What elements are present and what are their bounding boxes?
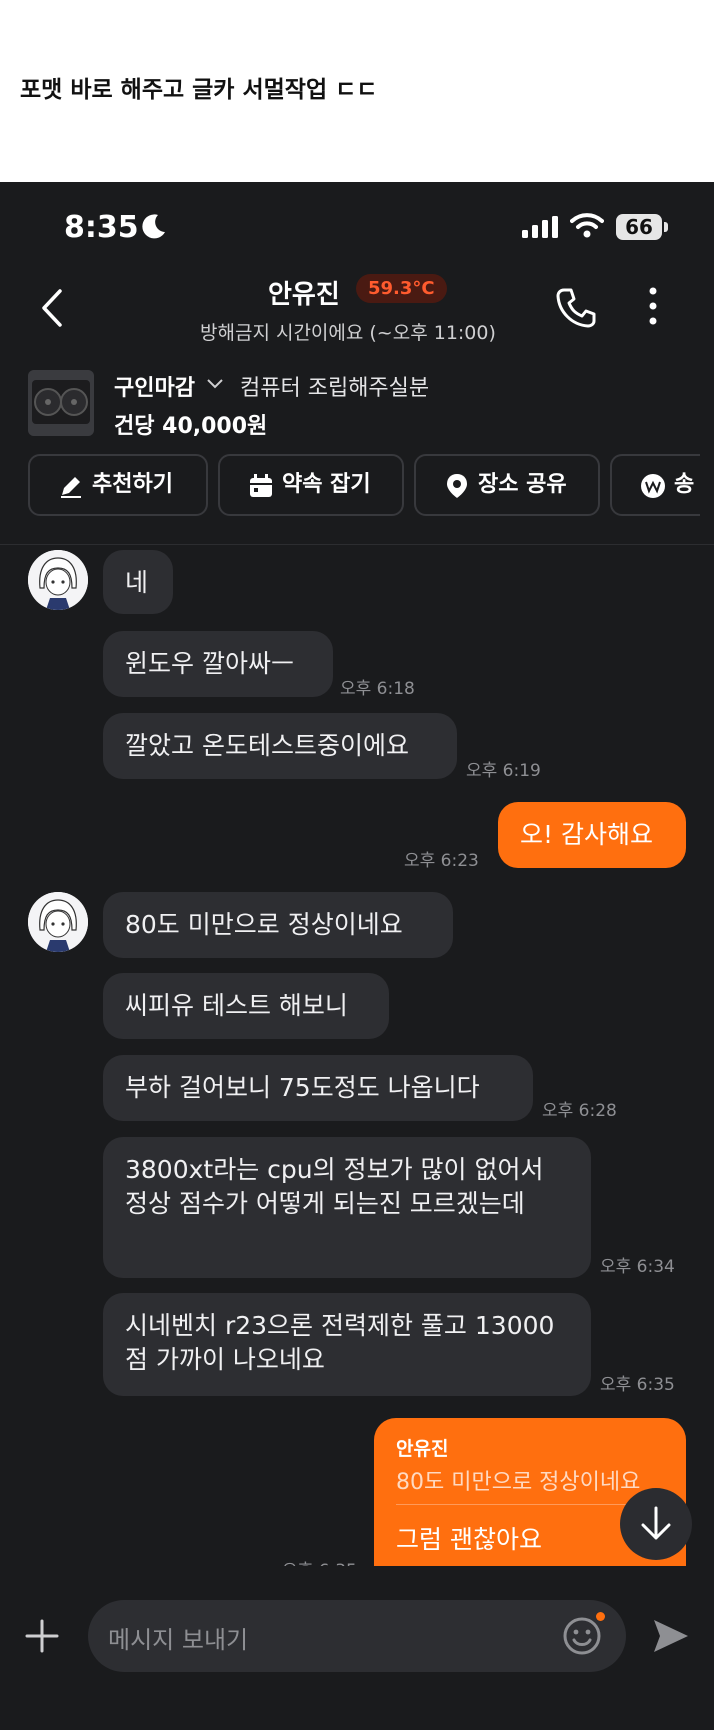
- recommend-label: 추천하기: [92, 472, 173, 497]
- message-bubble: 3800xt라는 cpu의 정보가 많이 없어서 정상 점수가 어떻게 되는진 …: [103, 1137, 591, 1278]
- share-location-label: 장소 공유: [478, 472, 567, 497]
- chat-screen: 8:35 66 안유진 59.3°C 방해금지 시간이에요 (~오후 11:00…: [0, 182, 714, 1730]
- share-location-button[interactable]: 장소 공유: [414, 454, 600, 516]
- message-time: 오후 6:34: [600, 1257, 675, 1277]
- emoji-icon[interactable]: [562, 1616, 602, 1656]
- message-input-placeholder: 메시지 보내기: [108, 1626, 249, 1654]
- status-time: 8:35: [64, 210, 139, 245]
- quoted-text[interactable]: 80도 미만으로 정상이네요: [396, 1464, 640, 1496]
- back-arrow-icon[interactable]: [40, 288, 64, 328]
- send-money-button[interactable]: 송: [610, 454, 700, 516]
- wifi-icon: [570, 213, 604, 238]
- send-money-label: 송: [674, 472, 695, 497]
- make-appointment-label: 약속 잡기: [282, 472, 371, 497]
- plus-icon[interactable]: [24, 1618, 60, 1654]
- more-options-icon[interactable]: [648, 286, 658, 326]
- graphics-card-image: [28, 370, 94, 436]
- dnd-notice: 방해금지 시간이에요 (~오후 11:00): [200, 322, 496, 344]
- product-status[interactable]: 구인마감: [114, 370, 195, 402]
- message-bubble: 윈도우 깔아싸ㅡ: [103, 631, 333, 697]
- phone-call-icon[interactable]: [554, 286, 598, 330]
- my-message-bubble: 오! 감사해요: [498, 802, 686, 868]
- message-input[interactable]: 메시지 보내기: [88, 1600, 626, 1672]
- message-time: 오후 6:35: [600, 1375, 675, 1395]
- manner-temperature-badge: 59.3°C: [356, 274, 447, 303]
- avatar[interactable]: [28, 892, 88, 952]
- message-bubble: 시네벤치 r23으론 전력제한 풀고 13000점 가까이 나오네요: [103, 1293, 591, 1396]
- message-composer: 메시지 보내기: [0, 1566, 714, 1730]
- battery-indicator: 66: [616, 214, 662, 240]
- moon-icon: [142, 214, 165, 239]
- message-time: 오후 6:19: [466, 761, 541, 781]
- new-badge-dot: [596, 1612, 605, 1621]
- arrow-down-icon: [641, 1506, 671, 1540]
- message-bubble: 80도 미만으로 정상이네요: [103, 892, 453, 958]
- message-time: 오후 6:28: [542, 1101, 617, 1121]
- quoted-name: 안유진: [396, 1438, 449, 1460]
- battery-tip: [664, 222, 668, 232]
- message-bubble: 씨피유 테스트 해보니: [103, 973, 389, 1039]
- reply-text: 그럼 괜찮아요: [396, 1525, 542, 1554]
- calendar-icon: [250, 474, 272, 497]
- header-divider: [0, 544, 714, 545]
- avatar-illustration: [28, 892, 88, 952]
- message-time: 오후 6:18: [340, 679, 415, 699]
- chevron-down-icon[interactable]: [206, 378, 224, 390]
- message-time: 오후 6:23: [404, 851, 479, 871]
- message-bubble: 깔았고 온도테스트중이에요: [103, 713, 457, 779]
- product-price: 건당 40,000원: [114, 414, 268, 439]
- scroll-to-bottom-button[interactable]: [620, 1488, 692, 1560]
- post-title: 포맷 바로 해주고 글카 서멀작업 ㄷㄷ: [20, 77, 378, 103]
- location-pin-icon: [447, 474, 467, 498]
- product-title[interactable]: 컴퓨터 조립해주실분: [240, 370, 429, 402]
- recommend-button[interactable]: 추천하기: [28, 454, 208, 516]
- contact-name: 안유진: [268, 280, 340, 310]
- message-bubble: 네: [103, 550, 173, 614]
- message-bubble: 부하 걸어보니 75도정도 나옵니다: [103, 1055, 533, 1121]
- make-appointment-button[interactable]: 약속 잡기: [218, 454, 404, 516]
- pencil-icon: [61, 477, 81, 498]
- product-thumbnail[interactable]: [28, 370, 94, 436]
- send-icon[interactable]: [652, 1618, 690, 1654]
- avatar[interactable]: [28, 550, 88, 610]
- signal-icon: [522, 216, 558, 238]
- avatar-illustration: [28, 550, 88, 610]
- won-icon: [641, 474, 665, 498]
